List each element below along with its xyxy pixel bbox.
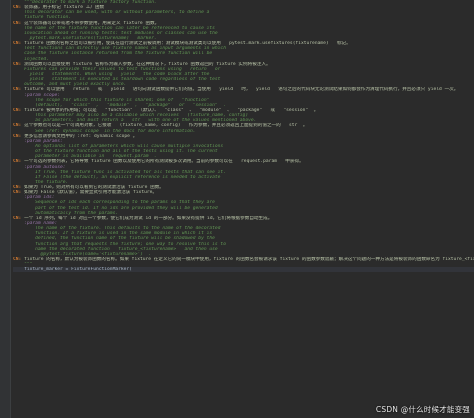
code-editor[interactable]: """Decorator to mark a fixture factory f… [0, 0, 474, 418]
translation-comment-line: CN: fixture 可以使用 ``return`` 或 ``yield`` 语… [13, 87, 474, 92]
translation-text: 更多信息请参阅文档中的 :ref:`dynamic scope`。 [24, 133, 138, 139]
line-number-gutter[interactable] [0, 0, 11, 418]
cn-tag: CN: [13, 123, 22, 129]
cn-tag: CN: [13, 159, 22, 165]
translation-text: fixture 可以使用 ``return`` 或 ``yield`` 语句向测… [24, 87, 459, 93]
translation-text: 一个 id 序列，每个 id 对应一个参数，使它们成为测试 id 的一部分。如果… [24, 215, 273, 221]
translation-text: 这个参数也可以是一个可调用对象，它接收 ``(fixture_name, con… [24, 123, 308, 129]
cn-tag: CN: [13, 87, 22, 93]
translation-text: 一个可选的参数列表，它将导致 fixture 函数以及使用它的所有测试被多次调用… [24, 159, 304, 165]
translation-text: fixture 的名称，默认为被装饰函数的名称。如果 fixture 在定义它的… [24, 257, 474, 263]
translation-text: 测试函数可以直接使用 fixture 名称作为输入参数，在这种情况下，fixtu… [24, 61, 271, 67]
csdn-watermark: CSDN @什么时候才能变强 [375, 405, 470, 414]
code-line: fixture_marker = FixtureFunctionMarker( [13, 267, 474, 273]
translation-comment-line: CN: fixture 的名称，默认为被装饰函数的名称。如果 fixture 在定… [13, 257, 474, 262]
cn-tag: CN: [13, 20, 22, 26]
code-area[interactable]: """Decorator to mark a fixture factory f… [13, 0, 474, 418]
cn-tag: CN: [13, 133, 22, 139]
translation-text: 这个装饰器可以带或者不带参数使用，用来定义 fixture 函数。 [24, 20, 160, 26]
cn-tag: CN: [13, 61, 22, 67]
